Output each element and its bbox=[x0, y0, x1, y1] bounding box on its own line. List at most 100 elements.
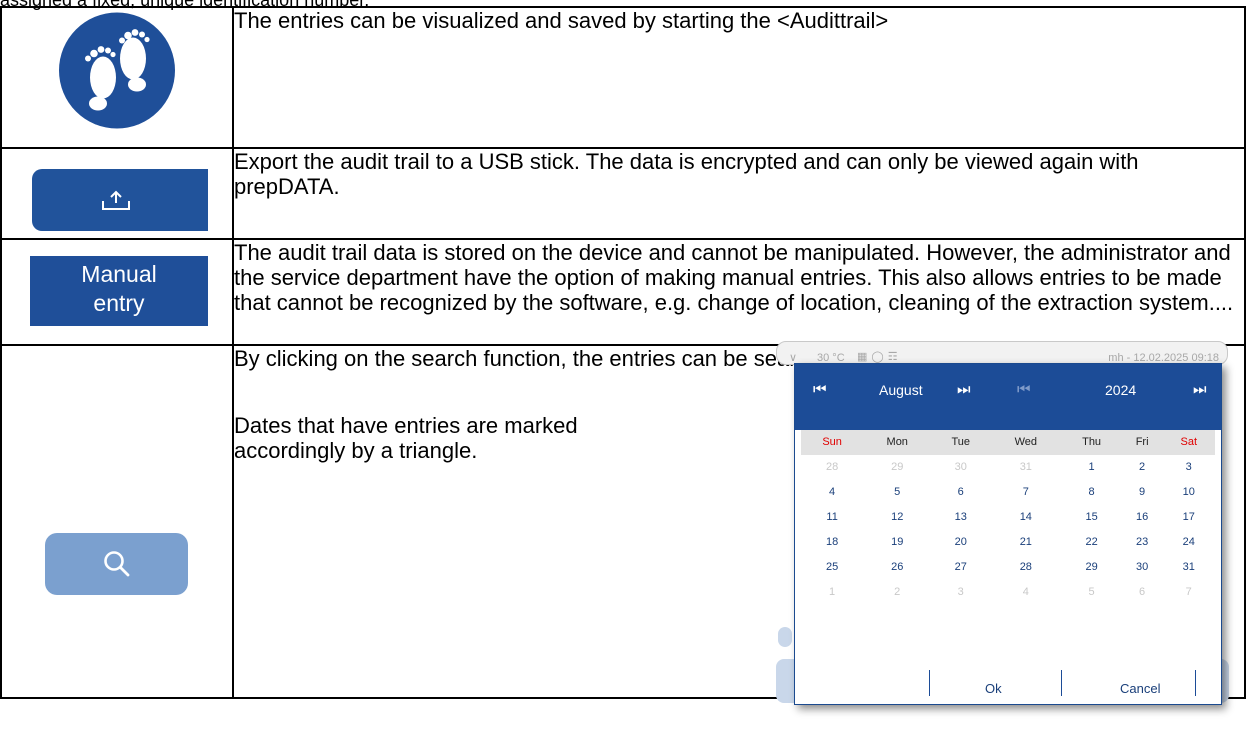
weekday-label: Thu bbox=[1082, 436, 1102, 448]
calendar-day[interactable]: 30 bbox=[1122, 555, 1163, 580]
calendar-week: 4 5 6 7 8 9 10 bbox=[801, 480, 1215, 505]
calendar-day[interactable]: 2 bbox=[1122, 455, 1163, 480]
next-year-icon[interactable]: ⏭ bbox=[1193, 377, 1207, 402]
calendar-day[interactable]: 22 bbox=[1061, 530, 1121, 555]
calendar-days: 28 29 30 31 1 2 3 4 5 6 7 8 9 10 11 12 13 14 15 16 17 18 19 20 2… bbox=[801, 455, 1215, 605]
calendar-week: 28 29 30 31 1 2 3 bbox=[801, 455, 1215, 480]
ok-button[interactable]: Ok bbox=[985, 676, 1002, 701]
calendar-day[interactable]: 4 bbox=[801, 480, 863, 505]
table-row: By clicking on the search function, the … bbox=[0, 341, 1246, 705]
manual-entry-button[interactable]: Manual entry bbox=[30, 256, 208, 326]
footprints-icon bbox=[59, 12, 175, 129]
calendar-day[interactable]: 18 bbox=[801, 530, 863, 555]
calendar-week: 1234567 bbox=[801, 580, 1215, 605]
row-description: The entries can be visualized and saved … bbox=[234, 8, 889, 33]
divider bbox=[1061, 670, 1062, 696]
calendar-day[interactable]: 30 bbox=[931, 455, 990, 480]
calendar-day[interactable]: 9 bbox=[1122, 480, 1163, 505]
calendar-day[interactable]: 12 bbox=[863, 505, 931, 530]
cancel-button[interactable]: Cancel bbox=[1120, 676, 1160, 701]
calendar-day[interactable]: 31 bbox=[1162, 555, 1215, 580]
divider bbox=[1195, 670, 1196, 696]
background-button bbox=[778, 627, 792, 647]
calendar-day[interactable]: 28 bbox=[990, 555, 1061, 580]
calendar-day[interactable]: 28 bbox=[801, 455, 863, 480]
calendar-week: 18 19 20 21 22 23 24 bbox=[801, 530, 1215, 555]
calendar-screenshot: ∨ 30 °C ▦◯☶ mh - 12.02.2025 09:18 ⏮ Augu… bbox=[776, 341, 1236, 713]
feature-table: The entries can be visualized and saved … bbox=[0, 6, 1246, 705]
next-month-icon[interactable]: ⏭ bbox=[957, 377, 971, 402]
calendar-day[interactable]: 3 bbox=[931, 580, 990, 605]
text-cell: The entries can be visualized and saved … bbox=[232, 6, 1246, 149]
calendar-day[interactable]: 7 bbox=[990, 480, 1061, 505]
calendar-day[interactable]: 17 bbox=[1162, 505, 1215, 530]
calendar-day[interactable]: 16 bbox=[1122, 505, 1163, 530]
calendar-day[interactable]: 11 bbox=[801, 505, 863, 530]
divider bbox=[929, 670, 930, 696]
calendar-day[interactable]: 21 bbox=[990, 530, 1061, 555]
table-row: The entries can be visualized and saved … bbox=[0, 6, 1246, 149]
calendar-day[interactable]: 29 bbox=[1061, 555, 1121, 580]
previous-year-icon[interactable]: ⏮ bbox=[1017, 377, 1031, 402]
calendar-day[interactable]: 20 bbox=[931, 530, 990, 555]
search-button[interactable] bbox=[45, 533, 188, 595]
calendar-week: 25 26 27 28 29 30 31 bbox=[801, 555, 1215, 580]
weekday-label: Mon bbox=[886, 436, 908, 448]
calendar-day[interactable]: 6 bbox=[931, 480, 990, 505]
calendar-week: 11 12 13 14 15 16 17 bbox=[801, 505, 1215, 530]
weekday-row: Sun Mon Tue Wed Thu Fri Sat bbox=[801, 430, 1215, 455]
export-button[interactable] bbox=[32, 169, 211, 231]
calendar-day[interactable]: 4 bbox=[990, 580, 1061, 605]
calendar-day[interactable]: 1 bbox=[801, 580, 863, 605]
calendar-footer: Ok Cancel bbox=[795, 664, 1221, 704]
calendar-day[interactable]: 19 bbox=[863, 530, 931, 555]
calendar-day[interactable]: 1 bbox=[1061, 455, 1121, 480]
manual-entry-label: Manual entry bbox=[81, 261, 157, 316]
calendar-day[interactable]: 10 bbox=[1162, 480, 1215, 505]
calendar-day[interactable]: 3 bbox=[1162, 455, 1215, 480]
audittrail-button[interactable] bbox=[58, 12, 176, 135]
calendar-day[interactable]: 24 bbox=[1162, 530, 1215, 555]
calendar-day[interactable]: 8 bbox=[1061, 480, 1121, 505]
table-row: Export the audit trail to a USB stick. T… bbox=[0, 147, 1246, 240]
row-description: Export the audit trail to a USB stick. T… bbox=[234, 149, 1139, 199]
calendar-day[interactable]: 14 bbox=[990, 505, 1061, 530]
previous-month-icon[interactable]: ⏮ bbox=[813, 377, 827, 402]
weekday-label: Tue bbox=[951, 436, 970, 448]
calendar-day[interactable]: 25 bbox=[801, 555, 863, 580]
calendar-day[interactable]: 26 bbox=[863, 555, 931, 580]
export-upload-icon bbox=[102, 190, 130, 210]
calendar-day[interactable]: 5 bbox=[1061, 580, 1121, 605]
calendar-day[interactable]: 5 bbox=[863, 480, 931, 505]
row-description-2: Dates that have entries are marked accor… bbox=[234, 413, 578, 463]
calendar-day[interactable]: 7 bbox=[1162, 580, 1215, 605]
row-description: The audit trail data is stored on the de… bbox=[234, 240, 1234, 315]
text-cell: The audit trail data is stored on the de… bbox=[232, 238, 1246, 346]
table-row: Manual entry The audit trail data is sto… bbox=[0, 238, 1246, 346]
calendar-day[interactable]: 2 bbox=[863, 580, 931, 605]
calendar-day[interactable]: 29 bbox=[863, 455, 931, 480]
year-label: 2024 bbox=[1105, 382, 1137, 398]
month-label: August bbox=[879, 382, 923, 398]
weekday-label: Sun bbox=[822, 436, 842, 448]
text-cell: By clicking on the search function, the … bbox=[232, 341, 1246, 705]
weekday-label: Wed bbox=[1014, 436, 1038, 448]
text-cell: Export the audit trail to a USB stick. T… bbox=[232, 147, 1246, 240]
calendar-day[interactable]: 13 bbox=[931, 505, 990, 530]
icon-cell bbox=[0, 6, 234, 149]
search-icon bbox=[104, 551, 130, 577]
calendar-day[interactable]: 31 bbox=[990, 455, 1061, 480]
weekday-label: Sat bbox=[1180, 436, 1197, 448]
calendar-header: ⏮ August ⏭ ⏮ 2024 ⏭ bbox=[795, 364, 1221, 430]
calendar-grid: Sun Mon Tue Wed Thu Fri Sat 28 29 30 31 1 2 3 4 5 6 7 8 9 1… bbox=[801, 430, 1215, 605]
calendar-dialog: ⏮ August ⏭ ⏮ 2024 ⏭ Sun Mon Tue Wed Thu Fri Sa… bbox=[794, 363, 1222, 705]
calendar-day[interactable]: 15 bbox=[1061, 505, 1121, 530]
status-bar: ∨ 30 °C ▦◯☶ mh - 12.02.2025 09:18 bbox=[776, 341, 1228, 365]
icon-cell bbox=[0, 147, 234, 240]
weekday-label: Fri bbox=[1135, 436, 1149, 448]
calendar-day[interactable]: 6 bbox=[1122, 580, 1163, 605]
icon-cell bbox=[0, 344, 234, 699]
icon-cell: Manual entry bbox=[0, 238, 234, 346]
calendar-day[interactable]: 23 bbox=[1122, 530, 1163, 555]
calendar-day[interactable]: 27 bbox=[931, 555, 990, 580]
